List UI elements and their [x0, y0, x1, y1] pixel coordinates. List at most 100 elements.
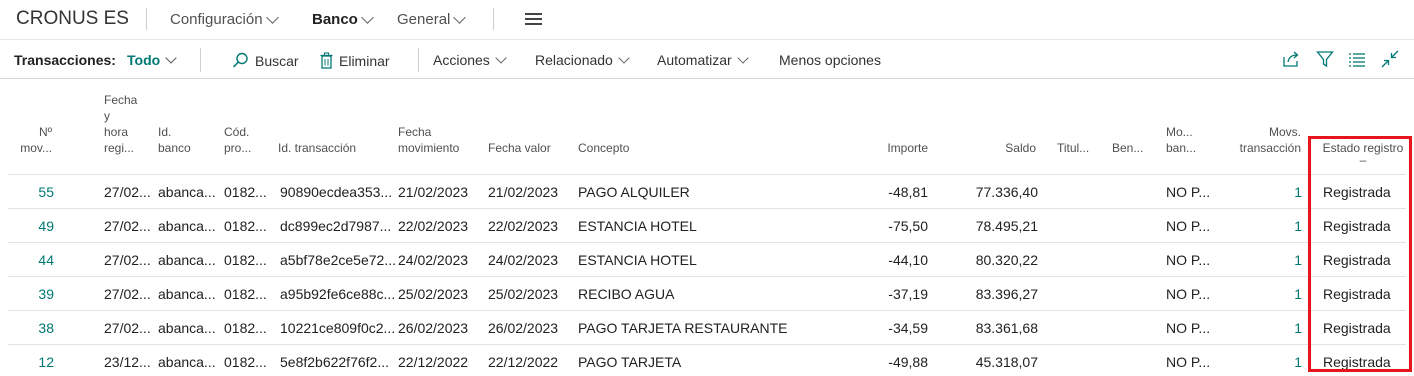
column-header-code[interactable]: Cód. pro...	[224, 124, 251, 156]
actions-menu[interactable]: Acciones	[433, 52, 507, 68]
movements-count-link[interactable]: 1	[1270, 354, 1302, 370]
action-bar: Transacciones: Todo Buscar Eliminar Acci…	[0, 41, 1414, 79]
cell-balance: 45.318,07	[975, 354, 1038, 370]
table-row[interactable]: 55 27/02... abanca... 0182... 90890ecdea353.…	[8, 174, 1406, 208]
cell-balance: 83.396,27	[975, 286, 1038, 302]
column-header-datetime[interactable]: Fecha y hora regi...	[104, 92, 137, 156]
header-line: Fecha	[104, 93, 138, 107]
header-line: Movs.	[1268, 125, 1301, 139]
column-header-transaction-id[interactable]: Id. transacción	[278, 140, 356, 156]
row-number-link[interactable]: 12	[20, 354, 54, 370]
hamburger-icon[interactable]	[525, 13, 542, 25]
cell-balance: 80.320,22	[975, 252, 1038, 268]
column-header-bank-movement[interactable]: Mo... ban...	[1166, 124, 1196, 156]
chevron-down-icon	[360, 10, 374, 24]
nav-general[interactable]: General	[397, 10, 467, 28]
cell-balance: 78.495,21	[975, 218, 1038, 234]
column-header-amount[interactable]: Importe	[840, 140, 928, 156]
row-number-link[interactable]: 38	[20, 320, 54, 336]
cell-movement-date: 21/02/2023	[398, 184, 469, 200]
header-line: transacción	[1239, 141, 1301, 155]
filter-icon[interactable]	[1316, 50, 1334, 68]
table-row[interactable]: 12 23/12... abanca... 0182... 5e8f2b622f76f2…	[8, 344, 1406, 376]
related-menu[interactable]: Relacionado	[535, 52, 630, 68]
delete-button[interactable]: Eliminar	[320, 52, 390, 69]
header-line: Nº	[38, 125, 52, 139]
cell-bank-id: abanca...	[158, 286, 216, 302]
cell-datetime: 23/12...	[104, 354, 151, 370]
cell-bank-id: abanca...	[158, 252, 216, 268]
header-line: y	[104, 109, 110, 123]
cell-datetime: 27/02...	[104, 184, 151, 200]
fewer-options-button[interactable]: Menos opciones	[779, 52, 881, 68]
column-header-value-date[interactable]: Fecha valor	[488, 140, 551, 156]
column-header-balance[interactable]: Saldo	[950, 140, 1036, 156]
fewer-options-label: Menos opciones	[779, 52, 881, 68]
nav-label: Configuración	[170, 11, 263, 28]
nav-divider	[146, 8, 147, 30]
collapse-icon[interactable]	[1381, 50, 1399, 68]
header-line: ban...	[1166, 141, 1197, 155]
cell-concept: PAGO TARJETA	[578, 354, 682, 370]
search-button[interactable]: Buscar	[232, 52, 299, 69]
cell-movement-date: 26/02/2023	[398, 320, 469, 336]
chevron-down-icon	[265, 10, 279, 24]
table-row[interactable]: 39 27/02... abanca... 0182... a95b92fe6ce88c…	[8, 276, 1406, 310]
cell-code: 0182...	[224, 184, 267, 200]
table-row[interactable]: 38 27/02... abanca... 0182... 10221ce809f0c2…	[8, 310, 1406, 344]
cell-movement-date: 22/12/2022	[398, 354, 469, 370]
list-icon[interactable]	[1348, 50, 1366, 68]
header-line: Fecha	[398, 125, 432, 139]
cell-code: 0182...	[224, 218, 267, 234]
cell-bank-id: abanca...	[158, 320, 216, 336]
header-line: Mo...	[1166, 125, 1193, 139]
header-line: mov...	[20, 141, 52, 155]
cell-transaction-id: 10221ce809f0c2...	[280, 320, 396, 336]
action-divider	[418, 48, 419, 72]
movements-count-link[interactable]: 1	[1270, 252, 1302, 268]
column-header-beneficiary[interactable]: Ben...	[1112, 140, 1143, 156]
row-number-link[interactable]: 55	[20, 184, 54, 200]
cell-bank-movement: NO P...	[1166, 184, 1211, 200]
cell-value-date: 26/02/2023	[488, 320, 559, 336]
movements-count-link[interactable]: 1	[1270, 286, 1302, 302]
column-header-bank-id[interactable]: Id. banco	[158, 124, 191, 156]
chevron-down-icon	[495, 52, 507, 64]
nav-label: Banco	[312, 11, 358, 28]
nav-divider	[493, 8, 494, 30]
row-number-link[interactable]: 49	[20, 218, 54, 234]
delete-label: Eliminar	[339, 52, 390, 69]
row-number-link[interactable]: 39	[20, 286, 54, 302]
movements-count-link[interactable]: 1	[1270, 320, 1302, 336]
status-column-highlight	[1308, 136, 1412, 372]
table-row[interactable]: 49 27/02... abanca... 0182... dc899ec2d7987.…	[8, 208, 1406, 242]
cell-bank-movement: NO P...	[1166, 320, 1211, 336]
column-header-no[interactable]: Nº mov...	[20, 124, 52, 156]
action-divider	[200, 48, 201, 72]
view-filter-dropdown[interactable]: Todo	[127, 52, 177, 68]
search-label: Buscar	[255, 52, 299, 69]
transactions-label: Transacciones:	[14, 52, 116, 68]
automate-label: Automatizar	[657, 52, 732, 68]
movements-count-link[interactable]: 1	[1270, 218, 1302, 234]
header-line: pro...	[224, 141, 252, 155]
table-row[interactable]: 44 27/02... abanca... 0182... a5bf78e2ce5e72…	[8, 242, 1406, 276]
company-name[interactable]: CRONUS ES	[16, 8, 129, 30]
column-header-movements[interactable]: Movs. transacción	[1220, 124, 1301, 156]
movements-count-link[interactable]: 1	[1270, 184, 1302, 200]
column-header-concept[interactable]: Concepto	[578, 140, 629, 156]
automate-menu[interactable]: Automatizar	[657, 52, 749, 68]
nav-configuracion[interactable]: Configuración	[170, 10, 279, 28]
row-number-link[interactable]: 44	[20, 252, 54, 268]
share-icon[interactable]	[1282, 50, 1300, 68]
cell-amount: -48,81	[888, 184, 928, 200]
column-header-holder[interactable]: Titul...	[1057, 140, 1089, 156]
cell-datetime: 27/02...	[104, 218, 151, 234]
nav-banco[interactable]: Banco	[312, 10, 374, 28]
cell-code: 0182...	[224, 320, 267, 336]
cell-concept: ESTANCIA HOTEL	[578, 218, 697, 234]
column-header-movement-date[interactable]: Fecha movimiento	[398, 124, 459, 156]
cell-transaction-id: 90890ecdea353...	[280, 184, 393, 200]
cell-datetime: 27/02...	[104, 286, 151, 302]
related-label: Relacionado	[535, 52, 613, 68]
